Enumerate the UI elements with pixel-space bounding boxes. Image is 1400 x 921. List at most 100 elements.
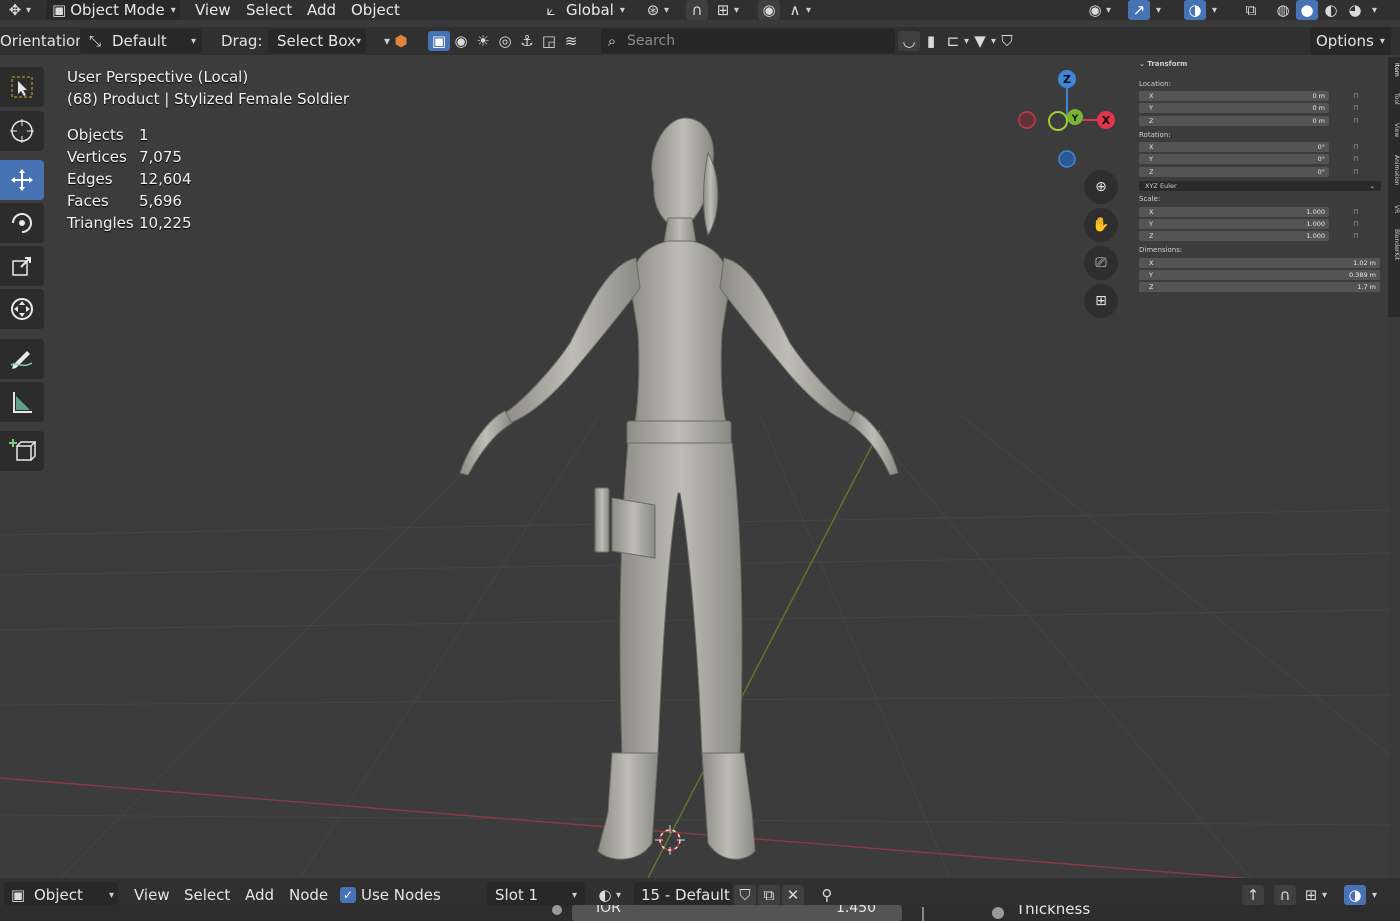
zoom-button[interactable]: ⊕ (1084, 170, 1118, 204)
tab-tool[interactable]: Tool (1388, 93, 1400, 105)
thickness-label: Thickness (1016, 905, 1091, 918)
transform-panel-title[interactable]: ⌄ Transform (1139, 60, 1187, 68)
lock-icon[interactable]: ⊓ (1353, 143, 1362, 151)
tab-view[interactable]: View (1388, 123, 1400, 137)
scale-y-field[interactable]: Y 1.000 (1139, 219, 1329, 229)
tab-blenderkit[interactable]: BlenderKit (1388, 229, 1400, 260)
duplicate-material-icon[interactable]: ⧉ (758, 885, 780, 905)
sphere-icon[interactable]: ◉ (450, 31, 472, 51)
stat-label: Faces (67, 192, 109, 210)
funnel-icon[interactable]: ▼ (969, 31, 991, 51)
pivot-point-dropdown[interactable]: ⊛ ▾ (642, 0, 669, 20)
chevron-down-icon: ▾ (571, 889, 577, 901)
tab-item[interactable]: Item (1388, 63, 1400, 77)
location-y-field[interactable]: Y 0 m (1139, 103, 1329, 113)
fake-user-shield-icon[interactable]: ⛉ (734, 885, 756, 905)
editor-type-button[interactable]: ✥ ▾ (4, 0, 31, 20)
menu-object[interactable]: Object (351, 0, 400, 20)
dimension-x-field[interactable]: X 1.02 m (1139, 258, 1380, 268)
object-select-icon[interactable]: ▣ (428, 31, 450, 51)
drag-dropdown[interactable]: Select Box ▾ (268, 29, 366, 53)
lock-icon[interactable]: ⊓ (1353, 208, 1362, 216)
overlays-toggle[interactable]: ◑ ▾ (1184, 0, 1217, 20)
navigation-gizmo[interactable]: Z X Y (1010, 65, 1120, 170)
orientation-value: Default (112, 32, 167, 50)
falloff-dropdown[interactable]: ∧ ▾ (784, 0, 812, 20)
editor-mode-value: Object (34, 886, 83, 904)
unlink-close-icon[interactable]: ✕ (782, 885, 804, 905)
armature-icon[interactable]: ⚓ (516, 31, 538, 51)
dimension-y-field[interactable]: Y 0.389 m (1139, 270, 1380, 280)
snap-toggle[interactable]: ∩ (686, 0, 708, 20)
lock-icon[interactable]: ⊓ (1353, 220, 1362, 228)
shading-material-button[interactable]: ◐ (1320, 0, 1342, 20)
lock-icon[interactable]: ⊓ (1353, 168, 1362, 176)
scale-tool[interactable] (0, 246, 44, 286)
lock-icon[interactable]: ⊓ (1353, 232, 1362, 240)
add-cube-tool[interactable] (0, 431, 44, 471)
collection-filter-dropdown[interactable]: ▾ ⬢ (384, 27, 412, 55)
camera-view-button[interactable]: ⎚ (1084, 246, 1118, 280)
chevron-down-icon: ▾ (1379, 35, 1385, 47)
rotation-x-field[interactable]: X 0° (1139, 142, 1329, 152)
shield-icon[interactable]: ⛉ (996, 31, 1018, 51)
curve-icon[interactable]: ≋ (560, 31, 582, 51)
search-field[interactable]: ⌕ Search (601, 29, 895, 53)
axis-label: Z (1149, 232, 1154, 240)
character-model[interactable] (440, 113, 920, 863)
shading-solid-button[interactable]: ● (1296, 0, 1318, 20)
visibility-dropdown[interactable]: ◉ ▾ (1084, 0, 1111, 20)
axis-label: X (1149, 208, 1154, 216)
scale-x-field[interactable]: X 1.000 (1139, 207, 1329, 217)
snap-target-dropdown[interactable]: ⊞ ▾ (712, 0, 739, 20)
proportional-editing-toggle[interactable]: ◉ (758, 0, 780, 20)
chevron-down-icon: ▾ (1106, 4, 1112, 16)
annotate-tool[interactable] (0, 339, 44, 379)
options-dropdown[interactable]: Options ▾ (1310, 27, 1391, 55)
lock-icon[interactable]: ⊓ (1353, 155, 1362, 163)
menu-view[interactable]: View (195, 0, 231, 20)
location-x-field[interactable]: X 0 m (1139, 91, 1329, 101)
light-icon[interactable]: ☀ (472, 31, 494, 51)
rotate-tool[interactable] (0, 203, 44, 243)
wireframe-sphere-icon: ◍ (1276, 1, 1290, 19)
scale-z-field[interactable]: Z 1.000 (1139, 231, 1329, 241)
lock-icon[interactable]: ⊓ (1353, 92, 1362, 100)
gizmo-toggle[interactable]: ↗ ▾ (1128, 0, 1161, 20)
hierarchy-icon[interactable]: ⊏ (942, 31, 964, 51)
camera-icon[interactable]: ◲ (538, 31, 560, 51)
lock-icon[interactable]: ⊓ (1353, 117, 1362, 125)
tab-vr[interactable]: VR (1388, 205, 1400, 213)
3d-cursor-icon[interactable] (655, 825, 685, 855)
bookmark-icon[interactable]: ▮ (920, 31, 942, 51)
shading-rendered-button[interactable]: ◕ ▾ (1344, 0, 1377, 20)
world-icon[interactable]: ◎ (494, 31, 516, 51)
menu-select[interactable]: Select (246, 0, 292, 20)
select-box-tool[interactable] (0, 67, 44, 107)
orientation-dropdown[interactable]: ⤡ Default ▾ (80, 29, 202, 53)
rotation-y-field[interactable]: Y 0° (1139, 154, 1329, 164)
dimension-z-field[interactable]: Z 1.7 m (1139, 282, 1380, 292)
tab-animation[interactable]: Animation (1388, 155, 1400, 186)
pan-button[interactable]: ✋ (1084, 208, 1118, 242)
transform-tool[interactable] (0, 289, 44, 329)
rotation-z-field[interactable]: Z 0° (1139, 167, 1329, 177)
lock-icon[interactable]: ⊓ (1353, 104, 1362, 112)
scale-icon (12, 257, 31, 276)
transform-orientation-dropdown[interactable]: ⟀ Global ▾ (540, 0, 625, 20)
stat-label: Edges (67, 170, 113, 188)
measure-tool[interactable] (0, 382, 44, 422)
mode-dropdown[interactable]: ▣ Object Mode ▾ (46, 0, 180, 20)
cursor-tool[interactable] (0, 111, 44, 151)
ior-field[interactable]: IOR 1.450 (572, 905, 902, 921)
shading-wireframe-button[interactable]: ◍ (1272, 0, 1294, 20)
menu-add[interactable]: Add (307, 0, 336, 20)
filter-curve-icon[interactable]: ◡ (898, 31, 920, 51)
stat-value: 12,604 (139, 170, 192, 188)
move-tool[interactable] (0, 160, 44, 200)
xray-toggle[interactable]: ⧉ (1240, 0, 1262, 20)
location-z-field[interactable]: Z 0 m (1139, 116, 1329, 126)
chevron-down-icon: ▾ (170, 4, 176, 16)
rotation-mode-dropdown[interactable]: XYZ Euler ⌄ (1139, 181, 1381, 191)
perspective-toggle-button[interactable]: ⊞ (1084, 284, 1118, 318)
